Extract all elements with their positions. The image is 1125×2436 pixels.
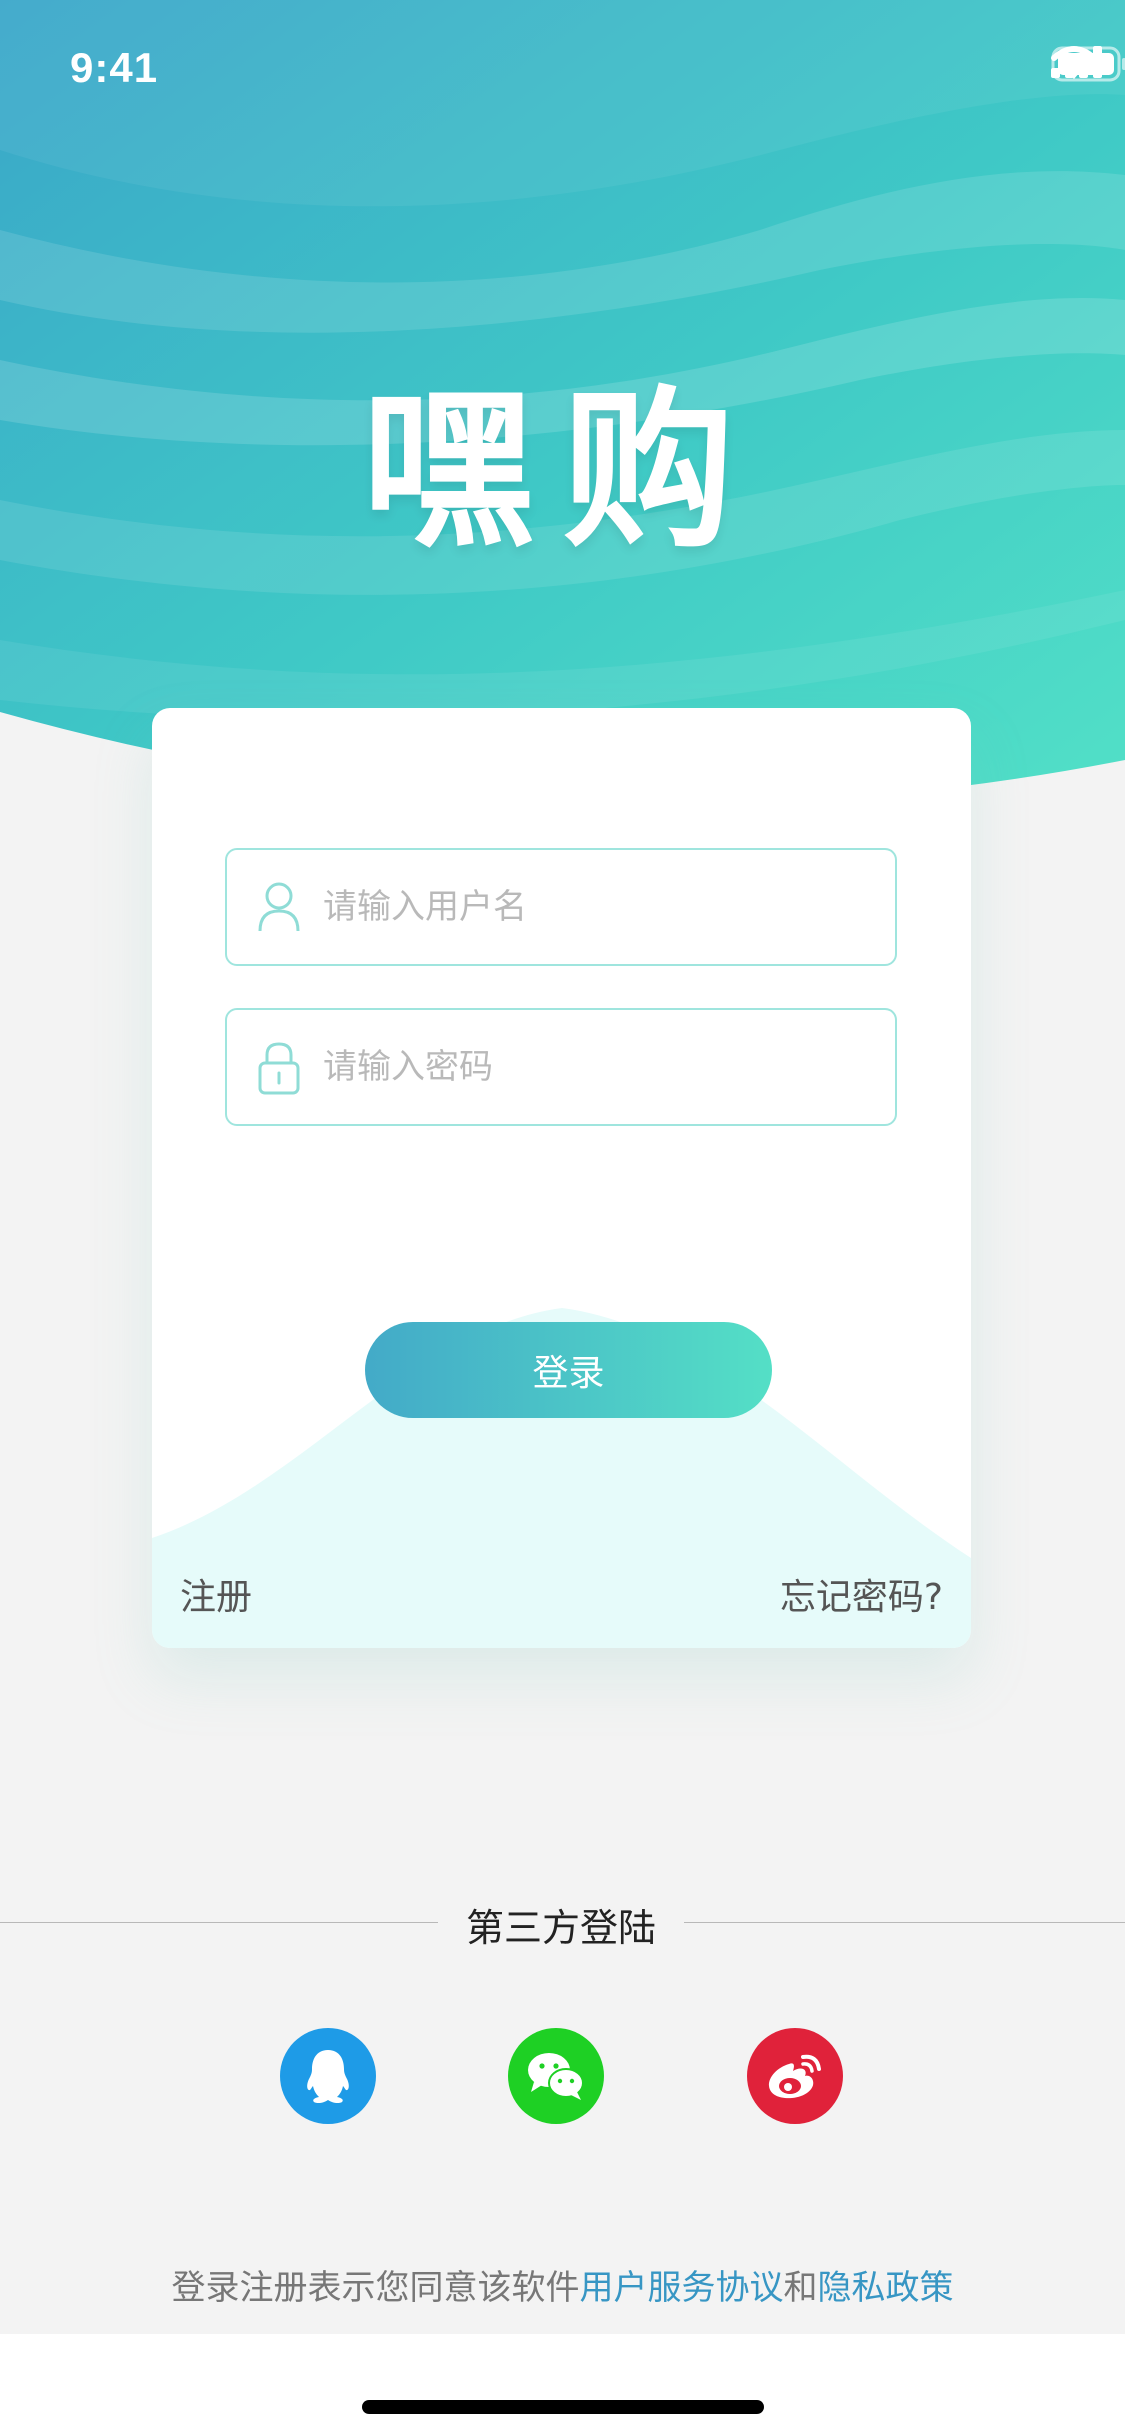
password-field — [225, 1008, 897, 1126]
weibo-login-button[interactable] — [747, 2028, 843, 2124]
forgot-password-link[interactable]: 忘记密码? — [780, 1568, 943, 1620]
password-input[interactable] — [323, 1010, 883, 1124]
third-party-title: 第三方登陆 — [465, 1906, 656, 1950]
divider-line-right — [684, 1922, 1125, 1923]
app-logo: 嘿购 — [362, 368, 763, 571]
wechat-login-button[interactable] — [508, 2028, 604, 2124]
agreement-prefix: 登录注册表示您同意该软件 — [171, 2268, 580, 2308]
status-bar: 9:41 — [0, 0, 1125, 132]
home-indicator[interactable] — [362, 2400, 764, 2414]
qq-penguin-icon — [307, 2050, 349, 2104]
agreement-text: 登录注册表示您同意该软件用户服务协议和隐私政策 — [0, 2260, 1125, 2309]
user-icon — [258, 882, 300, 932]
login-button[interactable]: 登录 — [365, 1322, 772, 1418]
username-input[interactable] — [323, 850, 883, 964]
login-card: 登录 注册 忘记密码? — [152, 708, 971, 1648]
qq-login-button[interactable] — [280, 2028, 376, 2124]
divider-line-left — [0, 1922, 438, 1923]
battery-icon — [1051, 46, 1125, 82]
privacy-policy-link[interactable]: 隐私政策 — [818, 2268, 954, 2308]
lock-icon — [258, 1042, 300, 1095]
third-party-divider: 第三方登陆 — [0, 1895, 1125, 1955]
agreement-conjunction: 和 — [783, 2268, 818, 2308]
wechat-icon — [528, 2053, 584, 2100]
weibo-icon — [768, 2054, 821, 2099]
status-time: 9:41 — [70, 44, 159, 91]
register-link[interactable]: 注册 — [180, 1568, 252, 1620]
terms-of-service-link[interactable]: 用户服务协议 — [580, 2268, 784, 2308]
home-bar-area — [0, 2334, 1125, 2436]
username-field — [225, 848, 897, 966]
